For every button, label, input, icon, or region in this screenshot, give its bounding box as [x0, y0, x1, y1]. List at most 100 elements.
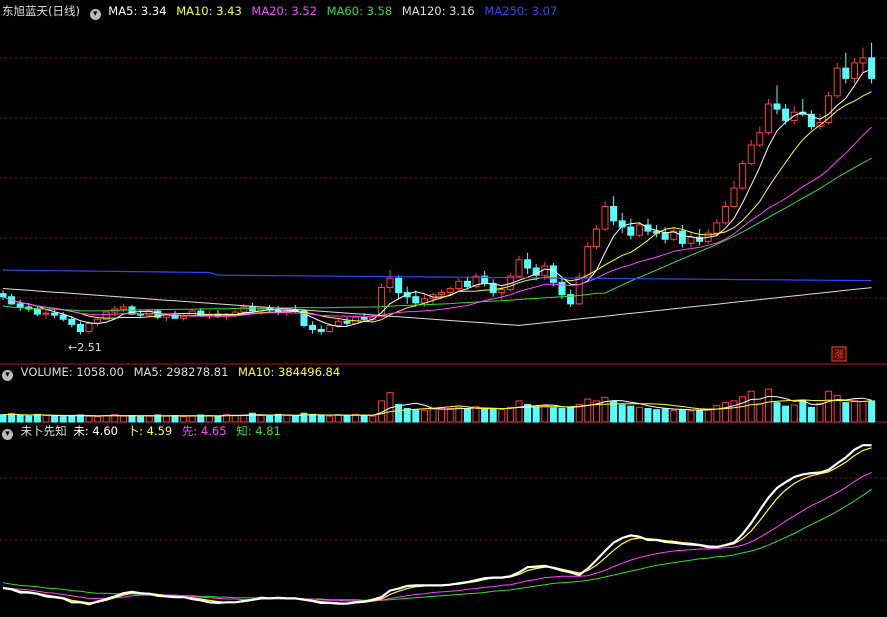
candle-body [764, 103, 772, 134]
candle-body [575, 276, 583, 305]
candle-body [343, 320, 351, 324]
candle-body [833, 67, 841, 97]
candle-body [859, 57, 867, 64]
candle-body [455, 280, 463, 290]
volume-bar [799, 400, 807, 423]
candle-body [610, 206, 618, 222]
candle-body [773, 103, 781, 110]
indicator-legend: ▾ 未卜先知 未: 4.60 卜: 4.59 先: 4.65 知: 4.81 [2, 423, 287, 440]
candle-body [248, 306, 256, 312]
price-candles [0, 42, 876, 335]
volume-ma5-label: MA5: 298278.81 [133, 365, 229, 379]
stock-title[interactable]: 东旭蓝天(日线) [2, 4, 80, 18]
indicator-name: 未卜先知 [20, 424, 67, 438]
volume-bar [653, 409, 661, 423]
dropdown-icon[interactable]: ▾ [2, 370, 13, 381]
volume-bar [68, 415, 76, 423]
candle-body [730, 187, 738, 208]
candle-body [558, 281, 566, 296]
volume-bar [713, 405, 721, 423]
volume-bar [558, 408, 566, 423]
candle-body [721, 206, 729, 224]
volume-bar [205, 415, 213, 423]
dropdown-icon[interactable]: ▾ [2, 429, 13, 440]
volume-bar [790, 404, 798, 423]
volume-bar [171, 415, 179, 423]
candle-body [584, 245, 592, 278]
volume-bar [687, 410, 695, 423]
price-legend: 东旭蓝天(日线) ▾ MA5: 3.34 MA10: 3.43 MA20: 3.… [2, 3, 563, 20]
ma60-label: MA60: 3.58 [326, 4, 393, 18]
bu-label: 卜: 4.59 [127, 424, 173, 438]
low-price-marker: ←2.51 [68, 341, 102, 354]
candle-body [601, 206, 609, 230]
volume-bar [94, 416, 102, 423]
wei-label: 未: 4.60 [73, 424, 118, 438]
volume-bar [773, 402, 781, 423]
candle-body [850, 62, 858, 79]
candle-body [627, 226, 635, 236]
candle-body [498, 289, 506, 294]
volume-bar [515, 400, 523, 423]
candle-body [85, 322, 93, 333]
volume-bar [764, 388, 772, 423]
volume-bar [446, 408, 454, 423]
volume-ma10-label: MA10: 384496.84 [238, 365, 341, 379]
volume-bar [868, 400, 876, 423]
volume-bar [842, 402, 850, 423]
candle-body [747, 144, 755, 164]
volume-bars [0, 388, 876, 423]
volume-bar [128, 415, 136, 423]
volume-bar [859, 400, 867, 423]
candle-body [68, 318, 76, 325]
volume-bar [162, 415, 170, 423]
stock-chart[interactable]: ←2.51 涨 [0, 0, 887, 617]
candle-body [515, 259, 523, 277]
candle-body [51, 312, 59, 316]
candle-body [463, 280, 471, 287]
candle-body [524, 259, 532, 269]
candle-body [326, 324, 334, 333]
candle-body [119, 306, 127, 310]
volume-bar [807, 406, 815, 423]
candle-body [713, 222, 721, 234]
volume-bar [782, 405, 790, 423]
volume-bar [360, 415, 368, 423]
volume-bar [231, 415, 239, 423]
candle-body [661, 232, 669, 240]
volume-bar [412, 409, 420, 423]
volume-bar [137, 416, 145, 423]
volume-bar [119, 415, 127, 423]
volume-bar [283, 415, 291, 423]
volume-bar [481, 408, 489, 423]
ma250-label: MA250: 3.07 [484, 4, 558, 18]
volume-bar [635, 406, 643, 423]
volume-bar [850, 399, 858, 423]
volume-bar [309, 413, 317, 423]
volume-bar [42, 415, 50, 423]
candle-body [412, 296, 420, 304]
candle-body [592, 228, 600, 247]
volume-bar [188, 415, 196, 423]
volume-bar [420, 409, 428, 423]
volume-bar [747, 390, 755, 423]
candle-body [240, 306, 248, 313]
dropdown-icon[interactable]: ▾ [89, 9, 101, 20]
volume-bar [506, 406, 514, 423]
volume-bar [0, 414, 7, 423]
volume-bar [214, 415, 222, 423]
candle-body [687, 236, 695, 244]
ma10-label: MA10: 3.43 [176, 4, 242, 18]
volume-bar [627, 405, 635, 423]
volume-bar [756, 403, 764, 423]
zhang-badge[interactable]: 涨 [831, 346, 847, 362]
volume-bar [326, 415, 334, 423]
candle-body [309, 324, 317, 330]
volume-bar [8, 413, 16, 423]
volume-bar [730, 400, 738, 423]
candle-body [756, 132, 764, 146]
candle-body [377, 286, 385, 317]
candle-body [395, 277, 403, 294]
volume-bar [16, 415, 24, 423]
volume-bar [618, 404, 626, 423]
